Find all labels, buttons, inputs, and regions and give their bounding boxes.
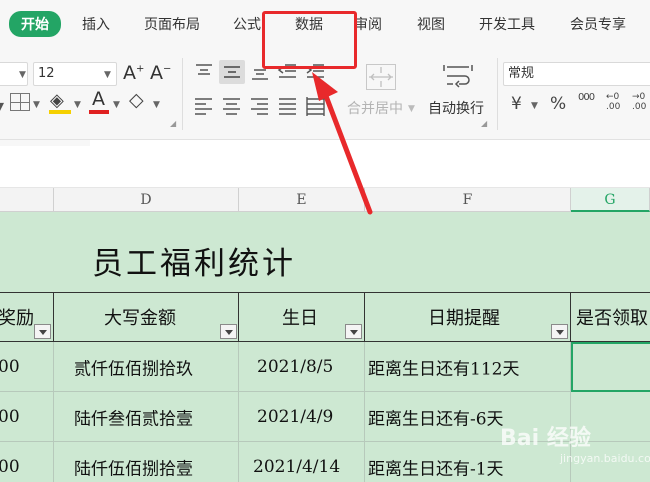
watermark-url: jingyan.baidu.com [560, 452, 650, 465]
spreadsheet-window: 开始 插入 页面布局 公式 数据 审阅 视图 开发工具 会员专享 ▼ 12 ▼ … [0, 0, 650, 482]
annotation-arrow-icon [312, 72, 373, 215]
watermark-logo: Bai 经验 [500, 426, 591, 451]
